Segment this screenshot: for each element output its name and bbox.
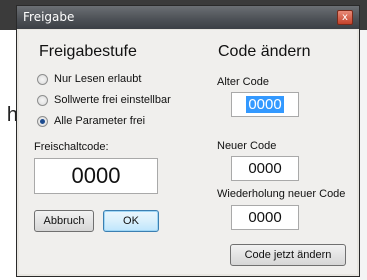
neuer-code-label: Neuer Code (217, 140, 277, 152)
radio-button-selected-icon (37, 116, 48, 127)
neuer-code-value: 0000 (248, 160, 282, 177)
freischaltcode-label: Freischaltcode: (34, 141, 109, 153)
radio-alle-parameter[interactable]: Alle Parameter frei (37, 115, 207, 131)
title-bar[interactable]: Freigabe x (17, 6, 359, 29)
neuer-code-input[interactable]: 0000 (231, 156, 299, 181)
alter-code-label: Alter Code (217, 76, 269, 88)
radio-button-icon (37, 74, 48, 85)
dialog-client: Freigabestufe Nur Lesen erlaubt Sollwert… (19, 30, 357, 274)
window-title: Freigabe (23, 10, 75, 24)
wiederholung-code-label: Wiederholung neuer Code (217, 188, 346, 200)
alter-code-value: 0000 (246, 96, 284, 113)
background-app-left (0, 30, 16, 280)
close-icon: x (342, 12, 348, 23)
radio-label: Alle Parameter frei (54, 115, 146, 127)
alter-code-input[interactable]: 0000 (231, 92, 299, 117)
code-jetzt-aendern-button[interactable]: Code jetzt ändern (230, 244, 346, 266)
code-aendern-heading: Code ändern (218, 43, 311, 60)
radio-label: Sollwerte frei einstellbar (54, 94, 171, 106)
radio-button-icon (37, 95, 48, 106)
radio-nur-lesen[interactable]: Nur Lesen erlaubt (37, 73, 207, 89)
close-button[interactable]: x (337, 10, 353, 25)
radio-sollwerte[interactable]: Sollwerte frei einstellbar (37, 94, 207, 110)
radio-label: Nur Lesen erlaubt (54, 73, 142, 85)
wiederholung-code-value: 0000 (248, 209, 282, 226)
freigabe-dialog: Freigabe x Freigabestufe Nur Lesen erlau… (16, 5, 360, 277)
ok-button[interactable]: OK (103, 210, 159, 232)
abbruch-button[interactable]: Abbruch (34, 210, 94, 232)
freischaltcode-input[interactable]: 0000 (34, 158, 158, 194)
freigabestufe-heading: Freigabestufe (39, 43, 137, 60)
freischaltcode-value: 0000 (71, 163, 121, 188)
wiederholung-code-input[interactable]: 0000 (231, 205, 299, 230)
background-app-right (360, 30, 367, 280)
